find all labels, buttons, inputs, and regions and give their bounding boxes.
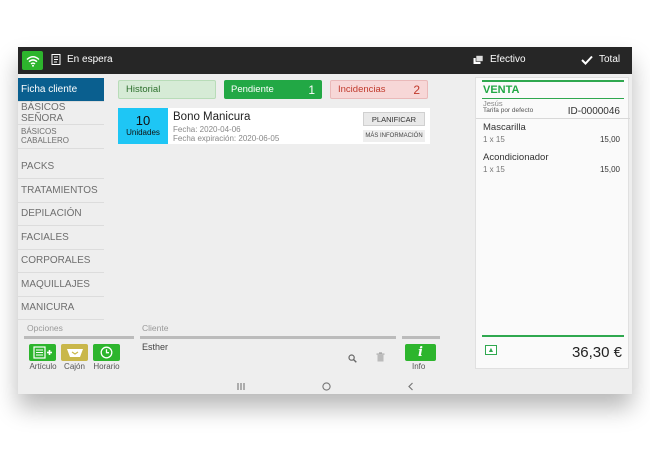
bono-title: Bono Manicura (173, 111, 251, 123)
sidebar-item-label: BÁSICOS CABALLERO (21, 127, 70, 146)
tab-pendiente-label: Pendiente (231, 84, 274, 95)
sidebar-item-basicos-senora[interactable]: BÁSICOS SEÑORA (18, 101, 104, 125)
sale-panel: VENTA Jesús Tarifa por defecto ID-000004… (475, 77, 630, 369)
top-bar: En espera Efectivo Total (18, 47, 632, 74)
sale-line-name: Mascarilla (483, 122, 526, 133)
expand-button[interactable]: ▲ (485, 345, 497, 355)
home-button[interactable] (322, 378, 331, 396)
sidebar-item-tratamientos[interactable]: TRATAMIENTOS (18, 179, 104, 203)
sidebar-item-label: Ficha cliente (21, 83, 78, 95)
sale-title: VENTA (483, 84, 520, 96)
home-icon (322, 382, 331, 391)
article-label: Artículo (29, 362, 57, 371)
sidebar-item-corporales[interactable]: CORPORALES (18, 249, 104, 273)
info-button[interactable]: i (405, 344, 436, 361)
wifi-button[interactable] (22, 51, 43, 70)
sale-line-price: 15,00 (599, 165, 620, 174)
tab-incidencias-label: Incidencias (338, 84, 386, 95)
divider (402, 336, 440, 339)
sale-line-name: Acondicionador (483, 152, 549, 163)
tab-historial[interactable]: Historial (118, 80, 216, 99)
payment-method-label: Efectivo (490, 54, 526, 65)
sidebar-item-label: TRATAMIENTOS (21, 184, 98, 196)
tab-incidencias[interactable]: Incidencias 2 (330, 80, 428, 99)
trash-icon (376, 352, 385, 362)
wifi-icon (25, 55, 40, 67)
tab-pendiente[interactable]: Pendiente 1 (224, 80, 322, 99)
divider (140, 336, 396, 339)
info-label: Info (412, 362, 426, 371)
sidebar-item-packs[interactable]: PACKS (18, 155, 104, 179)
sale-id: ID-0000046 (567, 106, 620, 117)
units-badge: 10 Unidades (118, 108, 168, 144)
tab-pendiente-count: 1 (308, 82, 315, 97)
drawer-button[interactable] (61, 344, 88, 361)
divider (482, 80, 624, 82)
options-title: Opciones (27, 323, 63, 333)
clock-icon (100, 346, 113, 359)
client-name: Esther (142, 342, 169, 352)
sidebar-item-label: DEPILACIÓN (21, 208, 82, 220)
sidebar-item-ficha-cliente[interactable]: Ficha cliente (18, 78, 104, 102)
recents-icon (237, 383, 245, 390)
sale-line-qty: 1 x 15 (483, 135, 505, 144)
bono-card: 10 Unidades Bono Manicura Fecha: 2020-04… (118, 108, 430, 144)
bono-date: Fecha: 2020-04-06 (173, 125, 241, 134)
search-icon (348, 354, 357, 363)
total-label: Total (599, 54, 621, 65)
total-button[interactable]: Total (581, 54, 620, 65)
divider (24, 336, 134, 339)
sidebar-item-label: FACIALES (21, 231, 69, 243)
sidebar-item-label: PACKS (21, 161, 55, 173)
add-article-icon (32, 346, 52, 359)
cash-icon (473, 54, 484, 64)
divider (482, 335, 624, 337)
sidebar-item-label: CORPORALES (21, 255, 91, 267)
system-nav-bar (18, 373, 632, 394)
category-sidebar: Ficha cliente BÁSICOS SEÑORA BÁSICOS CAB… (18, 78, 104, 320)
schedule-label: Horario (93, 362, 120, 371)
tab-incidencias-count: 2 (413, 82, 420, 97)
divider (482, 98, 624, 99)
on-hold-button[interactable]: En espera (51, 54, 113, 65)
tab-historial-label: Historial (126, 84, 161, 95)
sidebar-item-label: BÁSICOS SEÑORA (21, 101, 66, 124)
bono-expiration: Fecha expiración: 2020-06-05 (173, 134, 280, 143)
sidebar-item-basicos-caballero[interactable]: BÁSICOS CABALLERO (18, 125, 104, 149)
sale-line-price: 15,00 (599, 135, 620, 144)
sale-total: 36,30 € (571, 344, 622, 361)
sidebar-item-label: MANICURA (21, 302, 75, 314)
drawer-label: Cajón (64, 362, 85, 371)
article-button[interactable] (29, 344, 56, 361)
tpv-screen: En espera Efectivo Total Ficha cliente B… (18, 47, 632, 394)
remove-client-button[interactable] (376, 349, 385, 367)
on-hold-label: En espera (67, 54, 113, 65)
divider (476, 118, 630, 119)
sidebar-item-manicura[interactable]: MANICURA (18, 296, 104, 320)
info-icon: i (418, 345, 423, 360)
payment-method-button[interactable]: Efectivo (473, 54, 526, 65)
units-count: 10 (135, 113, 151, 128)
search-client-button[interactable] (348, 350, 357, 368)
sidebar-item-label: MAQUILLAJES (21, 278, 90, 290)
recents-button[interactable] (237, 378, 245, 396)
receipt-icon (51, 54, 61, 65)
more-info-button[interactable]: MÁS INFORMACIÓN (363, 130, 425, 142)
sidebar-item-maquillajes[interactable]: MAQUILLAJES (18, 273, 104, 297)
plan-button[interactable]: PLANIFICAR (363, 112, 425, 126)
drawer-icon (66, 348, 83, 357)
back-button[interactable] (407, 378, 414, 396)
check-icon (581, 55, 593, 65)
back-icon (408, 382, 413, 391)
sale-line-qty: 1 x 15 (483, 165, 505, 174)
sale-tariff: Tarifa por defecto (483, 107, 534, 114)
triangle-up-icon: ▲ (487, 346, 495, 354)
sidebar-item-faciales[interactable]: FACIALES (18, 226, 104, 250)
schedule-button[interactable] (93, 344, 120, 361)
units-label: Unidades (126, 128, 160, 137)
sidebar-item-depilacion[interactable]: DEPILACIÓN (18, 202, 104, 226)
client-title: Cliente (142, 323, 169, 333)
